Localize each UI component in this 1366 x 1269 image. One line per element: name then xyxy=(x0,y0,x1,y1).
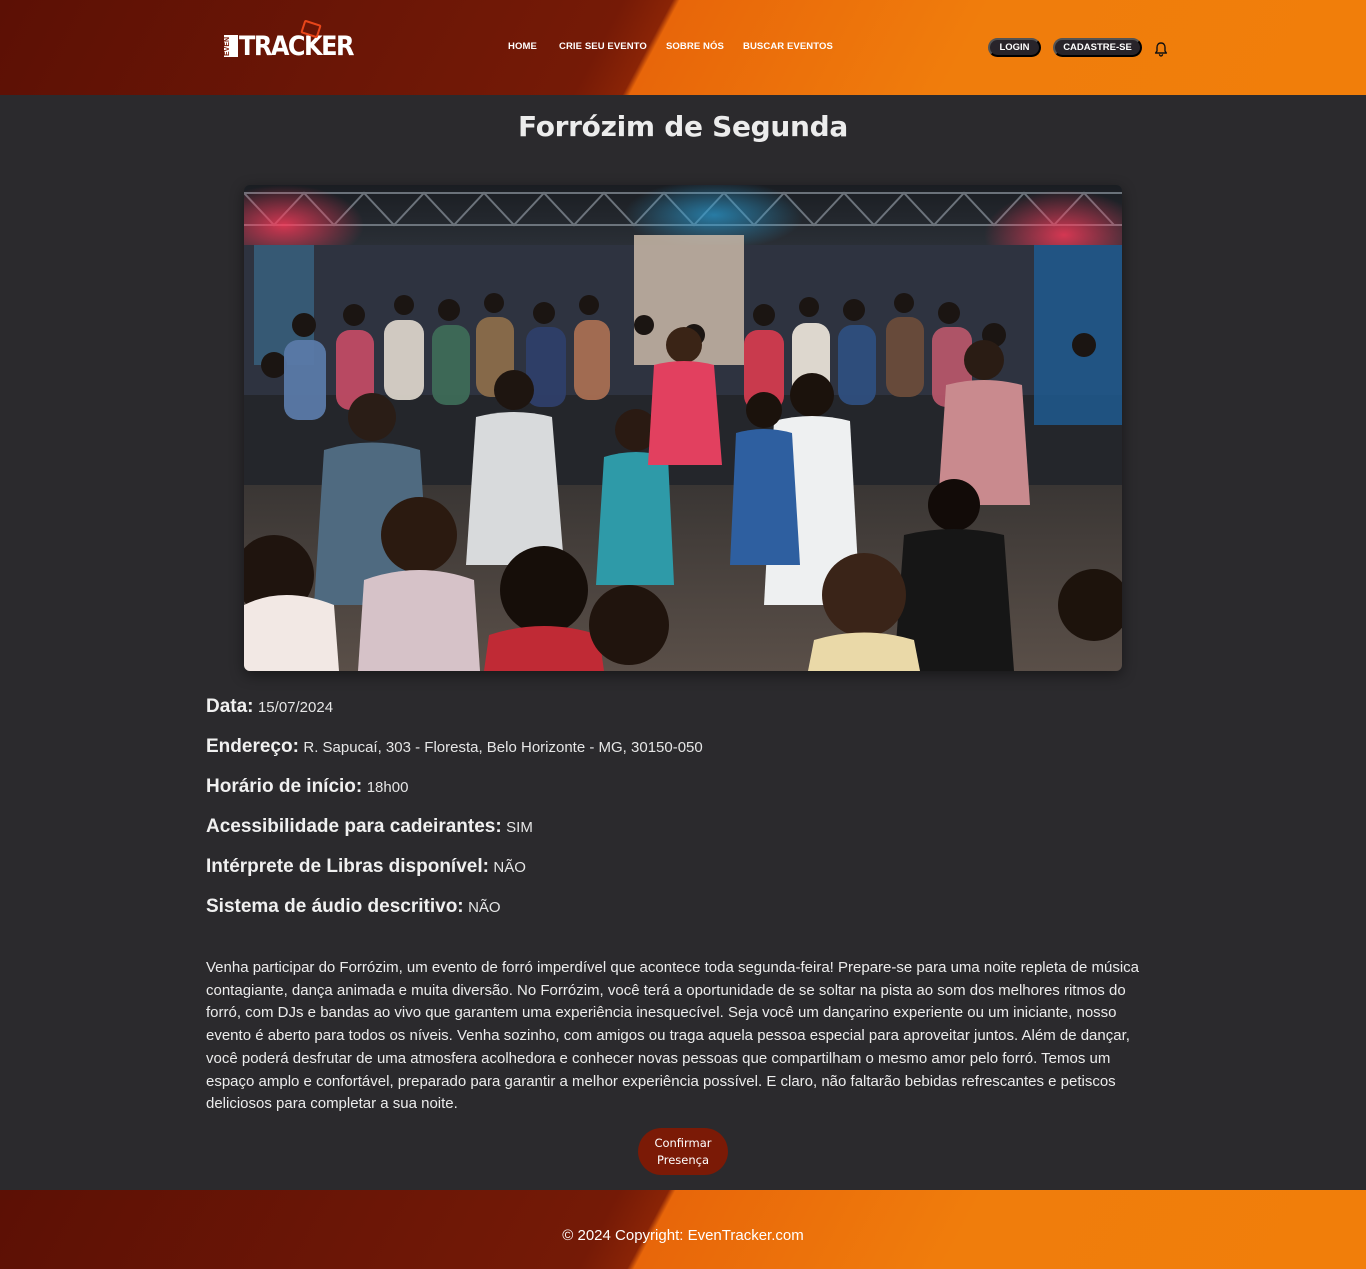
eventracker-logo[interactable]: EVEN TRACKER xyxy=(224,19,355,61)
nav-search-events[interactable]: BUSCAR EVENTOS xyxy=(743,41,833,52)
signup-button[interactable]: CADASTRE-SE xyxy=(1053,38,1142,57)
detail-label: Intérprete de Libras disponível: xyxy=(206,856,489,877)
detail-label: Acessibilidade para cadeirantes: xyxy=(206,816,502,837)
confirm-attendance-button[interactable]: Confirmar Presença xyxy=(638,1128,728,1175)
detail-date: Data: 15/07/2024 xyxy=(206,696,333,718)
event-photo xyxy=(244,185,1122,671)
detail-label: Sistema de áudio descritivo: xyxy=(206,896,464,917)
site-footer: © 2024 Copyright: EvenTracker.com xyxy=(0,1190,1366,1269)
detail-address: Endereço: R. Sapucaí, 303 - Floresta, Be… xyxy=(206,736,703,758)
logo-text: TRACKER xyxy=(239,30,355,62)
event-title: Forrózim de Segunda xyxy=(518,110,848,143)
bell-icon[interactable] xyxy=(1154,41,1168,57)
detail-value: 15/07/2024 xyxy=(257,699,334,716)
nav-about[interactable]: SOBRE NÓS xyxy=(666,41,724,52)
detail-value: R. Sapucaí, 303 - Floresta, Belo Horizon… xyxy=(303,739,703,756)
nav-create-event[interactable]: CRIE SEU EVENTO xyxy=(559,41,647,52)
site-header: EVEN TRACKER HOME CRIE SEU EVENTO SOBRE … xyxy=(0,0,1366,95)
detail-audio-description: Sistema de áudio descritivo: NÃO xyxy=(206,896,501,918)
event-description: Venha participar do Forrózim, um evento … xyxy=(206,959,1140,1113)
detail-value: 18h00 xyxy=(366,779,409,796)
detail-label: Horário de início: xyxy=(206,776,363,797)
detail-wheelchair-access: Acessibilidade para cadeirantes: SIM xyxy=(206,816,533,838)
detail-label: Data: xyxy=(206,696,254,717)
detail-libras-interpreter: Intérprete de Libras disponível: NÃO xyxy=(206,856,526,878)
detail-value: NÃO xyxy=(493,859,526,876)
login-button[interactable]: LOGIN xyxy=(988,38,1041,57)
nav-home[interactable]: HOME xyxy=(508,41,537,52)
footer-copyright: © 2024 Copyright: EvenTracker.com xyxy=(562,1227,804,1244)
detail-value: SIM xyxy=(506,819,533,836)
detail-start-time: Horário de início: 18h00 xyxy=(206,776,408,798)
detail-value: NÃO xyxy=(468,899,501,916)
logo-small-text: EVEN xyxy=(224,35,238,57)
detail-label: Endereço: xyxy=(206,736,299,757)
